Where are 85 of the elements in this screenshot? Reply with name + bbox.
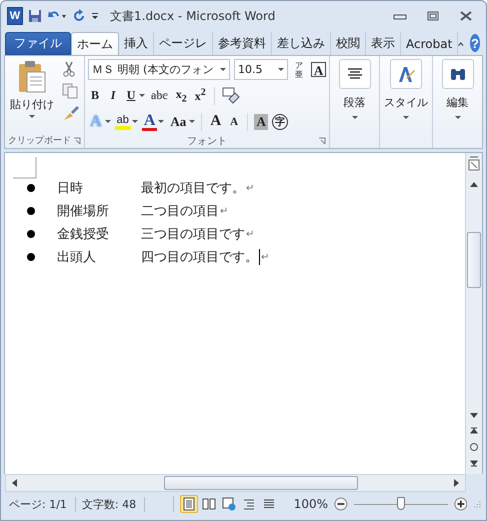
text-cursor xyxy=(259,249,260,265)
format-button[interactable]: A xyxy=(208,113,224,130)
scissors-icon[interactable] xyxy=(62,61,76,77)
bullet-icon xyxy=(27,230,35,238)
zoom-level[interactable]: 100% xyxy=(294,497,328,511)
window-title: 文書1.docx - Microsoft Word xyxy=(110,8,276,24)
format-button[interactable]: A xyxy=(254,114,268,130)
format-button[interactable]: x$_{2}$ xyxy=(174,86,189,104)
redo-icon[interactable] xyxy=(72,9,86,23)
dialog-launcher-icon[interactable] xyxy=(73,136,81,144)
copy-icon[interactable] xyxy=(62,83,78,99)
bullet-icon xyxy=(27,253,35,261)
font-name-dropdown[interactable]: ＭＳ 明朝 (本文のフォン xyxy=(88,59,230,80)
list-term: 出頭人 xyxy=(57,249,97,266)
group-label: クリップボード xyxy=(8,134,71,147)
collapse-ribbon-icon[interactable] xyxy=(458,40,464,48)
customize-menu-icon[interactable] xyxy=(91,10,99,22)
list-term: 金銭授受 xyxy=(57,226,110,243)
close-icon[interactable] xyxy=(459,11,473,21)
previous-page-icon[interactable] xyxy=(469,426,479,436)
scroll-thumb[interactable] xyxy=(467,232,481,288)
margin-corner-mark xyxy=(13,157,37,179)
pen-icon xyxy=(396,64,416,84)
format-button[interactable]: I xyxy=(106,88,120,103)
list-text: 二つ目の項目 xyxy=(141,203,219,220)
format-button[interactable]: ab xyxy=(114,114,131,130)
read-view-icon xyxy=(202,497,216,511)
list-term: 日時 xyxy=(57,180,84,197)
paste-button[interactable]: 貼り付け xyxy=(8,58,56,133)
list-term: 開催場所 xyxy=(57,203,110,220)
list-text: 三つ目の項目です xyxy=(141,226,245,243)
paragraph-mark: ↵ xyxy=(246,228,254,240)
group-label: フォント xyxy=(187,134,228,148)
scroll-down-icon[interactable] xyxy=(469,412,479,420)
format-button[interactable]: Aa xyxy=(168,114,188,130)
scroll-thumb[interactable] xyxy=(164,476,358,490)
dialog-launcher-icon[interactable] xyxy=(318,136,326,144)
phonetic-guide-button[interactable]: ア 亜 xyxy=(295,60,304,78)
scroll-up-icon[interactable] xyxy=(469,180,479,188)
print-view-icon xyxy=(182,497,196,511)
zoom-in-icon[interactable] xyxy=(454,496,468,512)
scroll-right-icon[interactable] xyxy=(453,478,461,488)
format-button[interactable]: x$^{2}$ xyxy=(192,87,208,104)
outline-view-icon xyxy=(242,497,256,511)
editing-button[interactable]: 編集 xyxy=(437,59,478,131)
page-count[interactable]: ページ: 1/1 xyxy=(9,496,76,512)
word-app-icon[interactable]: W xyxy=(7,7,23,25)
vertical-scrollbar[interactable] xyxy=(465,153,482,474)
format-button[interactable]: B xyxy=(88,88,102,103)
list-text: 四つ目の項目です。 xyxy=(141,249,258,266)
bullet-icon xyxy=(27,207,35,215)
list-text: 最初の項目です。 xyxy=(141,180,245,197)
print-view-button[interactable] xyxy=(180,495,198,513)
format-button[interactable]: A xyxy=(227,116,242,128)
clipboard-icon xyxy=(17,60,47,94)
paragraph-mark: ↵ xyxy=(220,206,228,216)
format-button[interactable]: A xyxy=(142,112,158,130)
restore-icon[interactable] xyxy=(426,11,440,21)
binoculars-icon xyxy=(448,66,467,82)
help-button[interactable]: ? xyxy=(470,34,480,52)
web-view-icon xyxy=(222,497,236,511)
paragraph-button[interactable]: 段落 xyxy=(334,59,376,131)
font-size-dropdown[interactable]: 10.5 xyxy=(234,59,288,80)
ribbon-tab[interactable]: ホーム xyxy=(71,32,119,55)
character-border-button[interactable]: A xyxy=(311,62,326,77)
align-lines-icon xyxy=(346,67,364,81)
paintbrush-icon[interactable] xyxy=(62,105,80,121)
format-button[interactable]: U xyxy=(124,88,138,103)
scroll-left-icon[interactable] xyxy=(10,478,18,488)
bullet-icon xyxy=(27,184,35,192)
next-page-icon[interactable] xyxy=(469,458,479,468)
resize-grip-icon[interactable] xyxy=(473,499,482,509)
draft-view-icon xyxy=(262,497,276,511)
save-icon[interactable] xyxy=(28,9,42,23)
format-button[interactable]: 字 xyxy=(272,114,288,130)
word-count[interactable]: 文字数: 48 xyxy=(82,496,146,512)
paragraph-mark: ↵ xyxy=(261,252,270,262)
browse-object-icon[interactable] xyxy=(469,442,479,452)
paragraph-mark: ↵ xyxy=(246,182,254,194)
styles-button[interactable]: スタイル xyxy=(384,59,428,131)
zoom-out-icon[interactable] xyxy=(334,496,348,512)
ribbon-tab[interactable]: ファイル xyxy=(5,32,71,55)
eraser-icon[interactable] xyxy=(220,86,241,104)
web-view-button[interactable] xyxy=(220,495,238,513)
horizontal-scrollbar[interactable] xyxy=(5,474,466,492)
